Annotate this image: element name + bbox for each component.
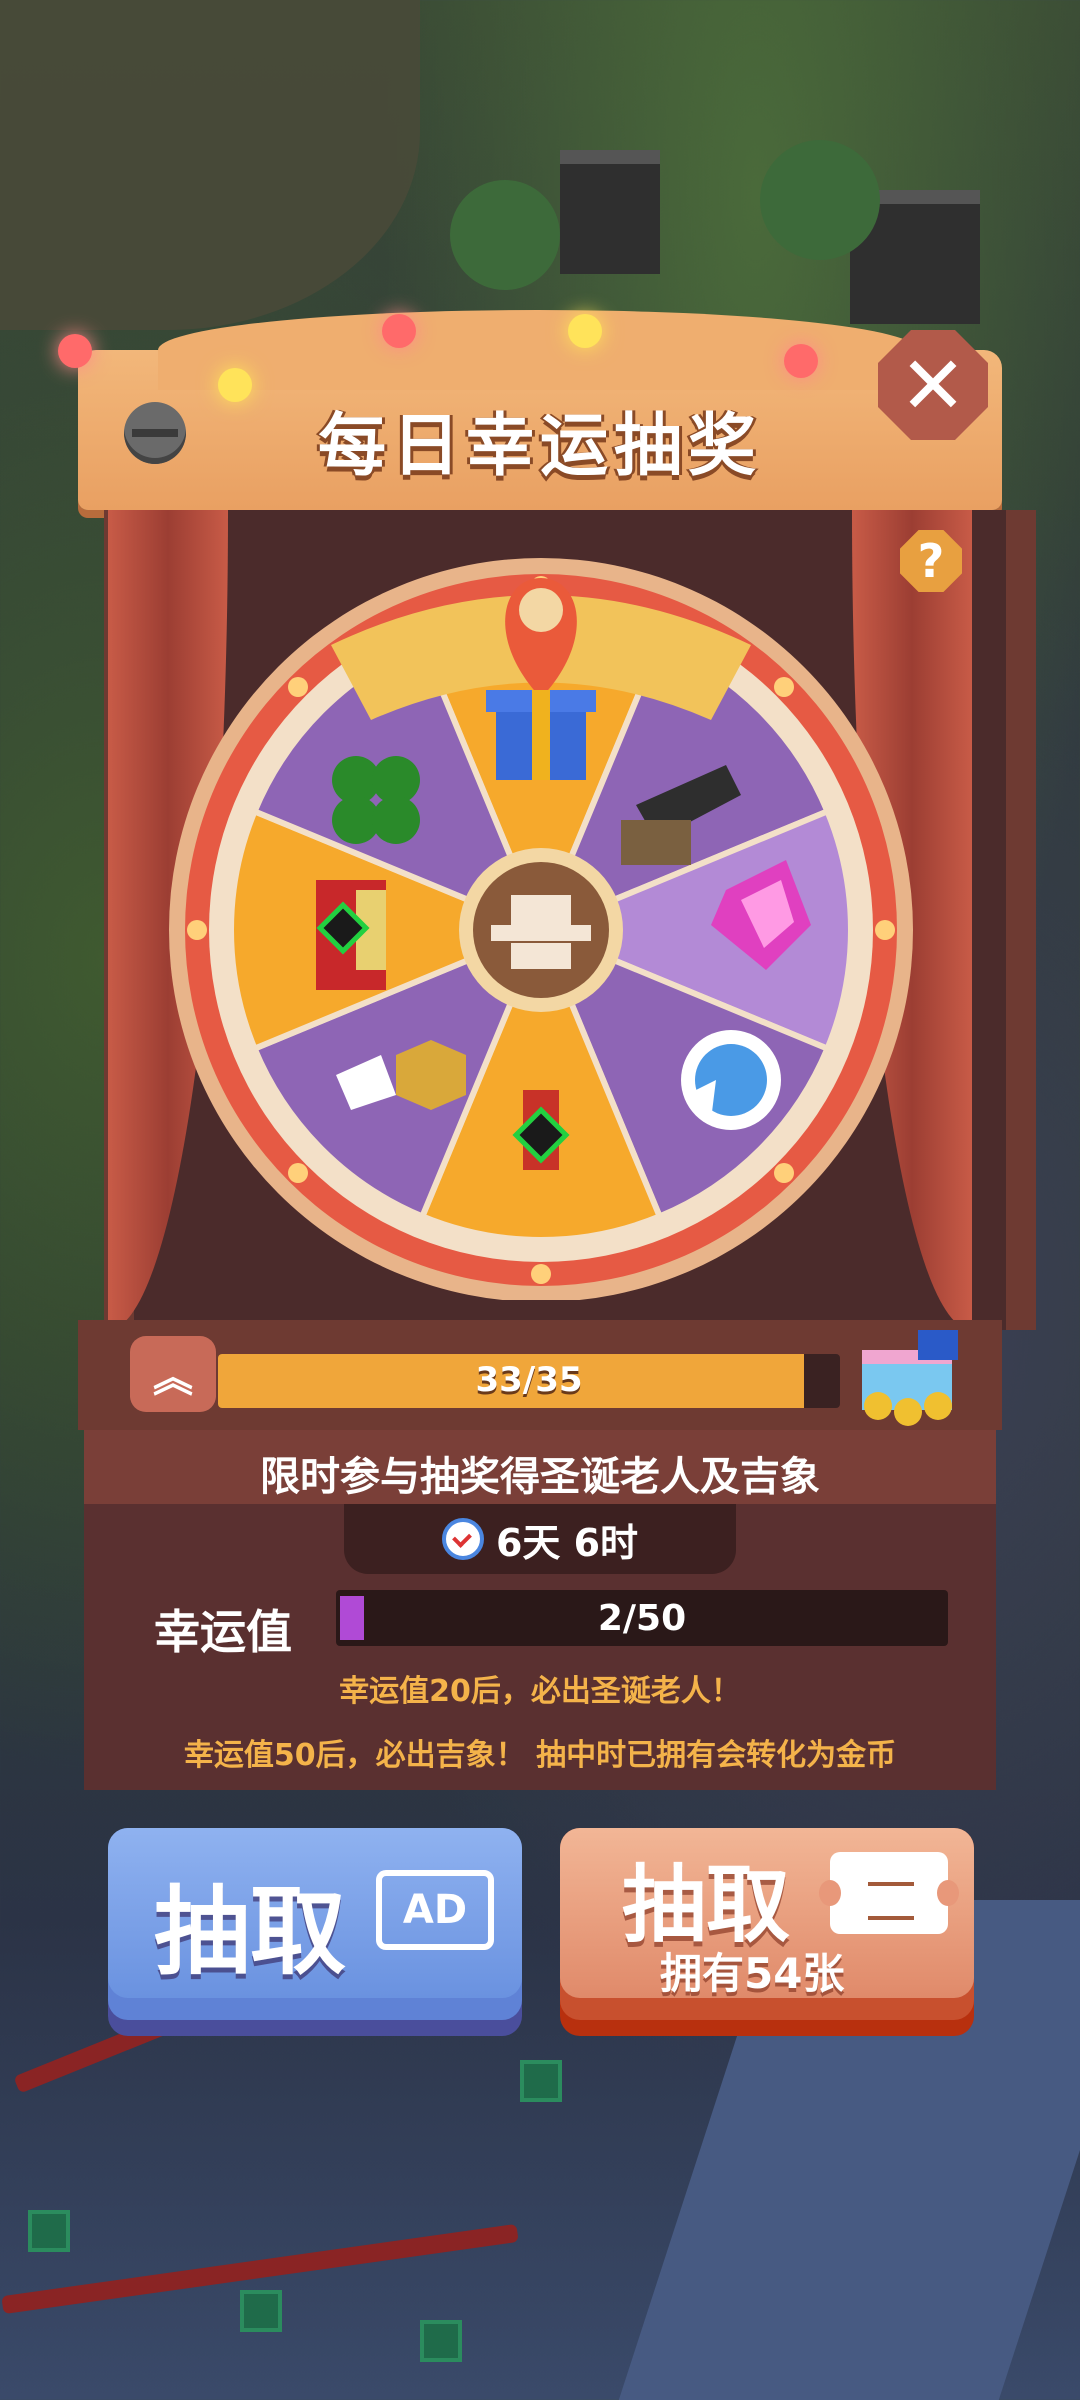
- upgrade-button[interactable]: ︽: [130, 1336, 216, 1412]
- santa-skin-icon: [512, 1090, 570, 1170]
- event-timer: 6天 6时: [344, 1504, 736, 1574]
- background-house: [560, 150, 660, 274]
- background-tree: [450, 180, 560, 290]
- background-fence-post: [28, 2210, 70, 2252]
- light-bulb: [382, 314, 416, 348]
- draw-ad-label: 抽取: [154, 1876, 346, 1988]
- light-bulb: [58, 334, 92, 368]
- question-icon: ?: [917, 534, 945, 588]
- ticket-lines: [868, 1882, 914, 1920]
- luck-note-elephant: 幸运值50后，必出吉象！ 抽中时已拥有会转化为金币: [183, 1738, 897, 1773]
- luck-note-santa: 幸运值20后，必出圣诞老人！: [339, 1674, 741, 1709]
- background-building: [0, 0, 420, 330]
- progress-bar: 33/35: [218, 1354, 840, 1408]
- light-bulb: [784, 344, 818, 378]
- draw-ad-button[interactable]: 抽取 AD: [108, 1828, 522, 2020]
- event-panel: 限时参与抽奖得圣诞老人及吉象 6天 6时 幸运值 2/50 幸运值20后，必出圣…: [84, 1430, 996, 1790]
- blue-arrow-coin-icon: [681, 1030, 781, 1130]
- draw-ad-button-face: 抽取 AD: [108, 1828, 522, 1998]
- background-tree: [760, 140, 880, 260]
- reward-chest-icon[interactable]: [848, 1320, 968, 1430]
- draw-ticket-button[interactable]: 抽取 拥有54张: [560, 1828, 974, 2020]
- draw-ticket-button-face: 抽取 拥有54张: [560, 1828, 974, 1998]
- ticket-count: 拥有54张: [660, 1949, 845, 1998]
- close-button[interactable]: ✕: [878, 330, 988, 440]
- popup-header: 每日幸运抽奖: [58, 310, 1002, 510]
- background-fence-post: [520, 2060, 562, 2102]
- progress-text: 33/35: [475, 1360, 583, 1400]
- prize-wheel[interactable]: [166, 550, 916, 1300]
- jester-skin-icon: [316, 880, 386, 990]
- progress-row: ︽ 33/35: [78, 1320, 1002, 1430]
- ad-video-icon: AD: [376, 1870, 494, 1950]
- clock-icon: [441, 1518, 484, 1560]
- gift-box-icon: [486, 690, 596, 780]
- popup-title: 每日幸运抽奖: [317, 407, 762, 486]
- luck-label: 幸运值: [154, 1605, 292, 1659]
- event-title: 限时参与抽奖得圣诞老人及吉象: [260, 1454, 820, 1500]
- event-title-bar: 限时参与抽奖得圣诞老人及吉象: [84, 1430, 996, 1504]
- background-fence-post: [240, 2290, 282, 2332]
- light-bulb: [568, 314, 602, 348]
- luck-text: 2/50: [597, 1598, 687, 1639]
- ticket-icon: [819, 1852, 959, 1934]
- wheel-pointer-knob: [519, 588, 563, 632]
- timer-text: 6天 6时: [495, 1520, 639, 1565]
- close-icon: ✕: [899, 338, 967, 432]
- background-fence-post: [420, 2320, 462, 2362]
- luck-bar: 2/50: [336, 1590, 948, 1646]
- double-chevron-up-icon: ︽: [153, 1355, 193, 1401]
